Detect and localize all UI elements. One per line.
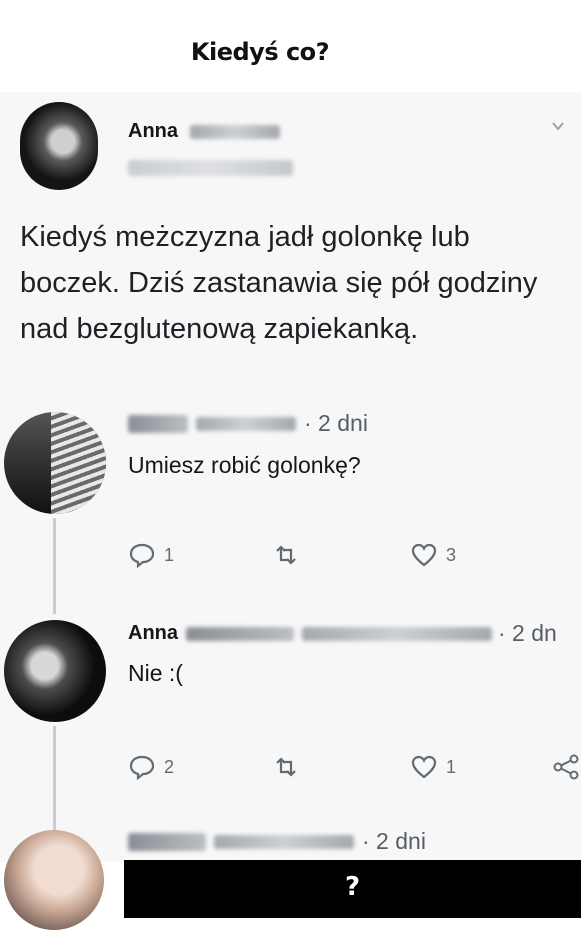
thread-line [53, 518, 56, 614]
reply-time: · 2 dn [498, 620, 557, 646]
reply-button[interactable]: 1 [128, 542, 174, 568]
chevron-down-icon[interactable] [551, 119, 565, 133]
avatar-pattern [51, 412, 106, 514]
reply-button[interactable]: 2 [128, 754, 174, 780]
blurred-handle [214, 834, 354, 849]
avatar[interactable] [20, 102, 98, 190]
retweet-button[interactable] [272, 754, 300, 780]
retweet-icon [276, 545, 296, 565]
blurred-surname [189, 124, 280, 139]
reply-count: 1 [164, 544, 175, 565]
like-count: 1 [446, 756, 457, 777]
share-button[interactable] [552, 754, 580, 780]
reply-count: 2 [164, 756, 175, 777]
avatar[interactable] [4, 830, 104, 930]
author-name[interactable]: Anna [128, 622, 178, 645]
blurred-handle [302, 626, 492, 641]
author-name-text: Anna [128, 120, 178, 142]
reply-header: · 2 dni [128, 828, 426, 855]
reply-header: Anna · 2 dn [128, 620, 557, 647]
tweet-text: Kiedyś meżczyzna jadł golonkę lub boczek… [20, 221, 538, 345]
caption-question: ? [344, 872, 361, 902]
reply-text: Nie :( [128, 660, 183, 686]
reply-icon [129, 543, 155, 568]
retweet-button[interactable] [272, 542, 300, 568]
reply-time: · 2 dni [304, 410, 368, 436]
blurred-name [128, 832, 206, 851]
blurred-surname [186, 626, 294, 641]
share-icon [553, 754, 579, 780]
reply-time: · 2 dni [362, 828, 426, 854]
author-name[interactable]: Anna [128, 120, 280, 143]
avatar[interactable] [4, 620, 106, 722]
blurred-handle [128, 160, 293, 176]
reply-icon [129, 755, 155, 780]
blurred-handle [196, 416, 296, 431]
reply-header: · 2 dni [128, 410, 368, 437]
thread-line [53, 726, 56, 830]
reply-text: Umiesz robić golonkę? [128, 452, 361, 478]
retweet-icon [276, 757, 296, 777]
like-button[interactable]: 1 [410, 754, 456, 780]
like-button[interactable]: 3 [410, 542, 456, 568]
blurred-name [128, 414, 188, 433]
like-count: 3 [446, 544, 457, 565]
avatar[interactable] [4, 412, 106, 514]
heart-icon [411, 543, 437, 567]
meme-title: Kiedyś co? [190, 38, 330, 66]
heart-icon [411, 755, 437, 779]
